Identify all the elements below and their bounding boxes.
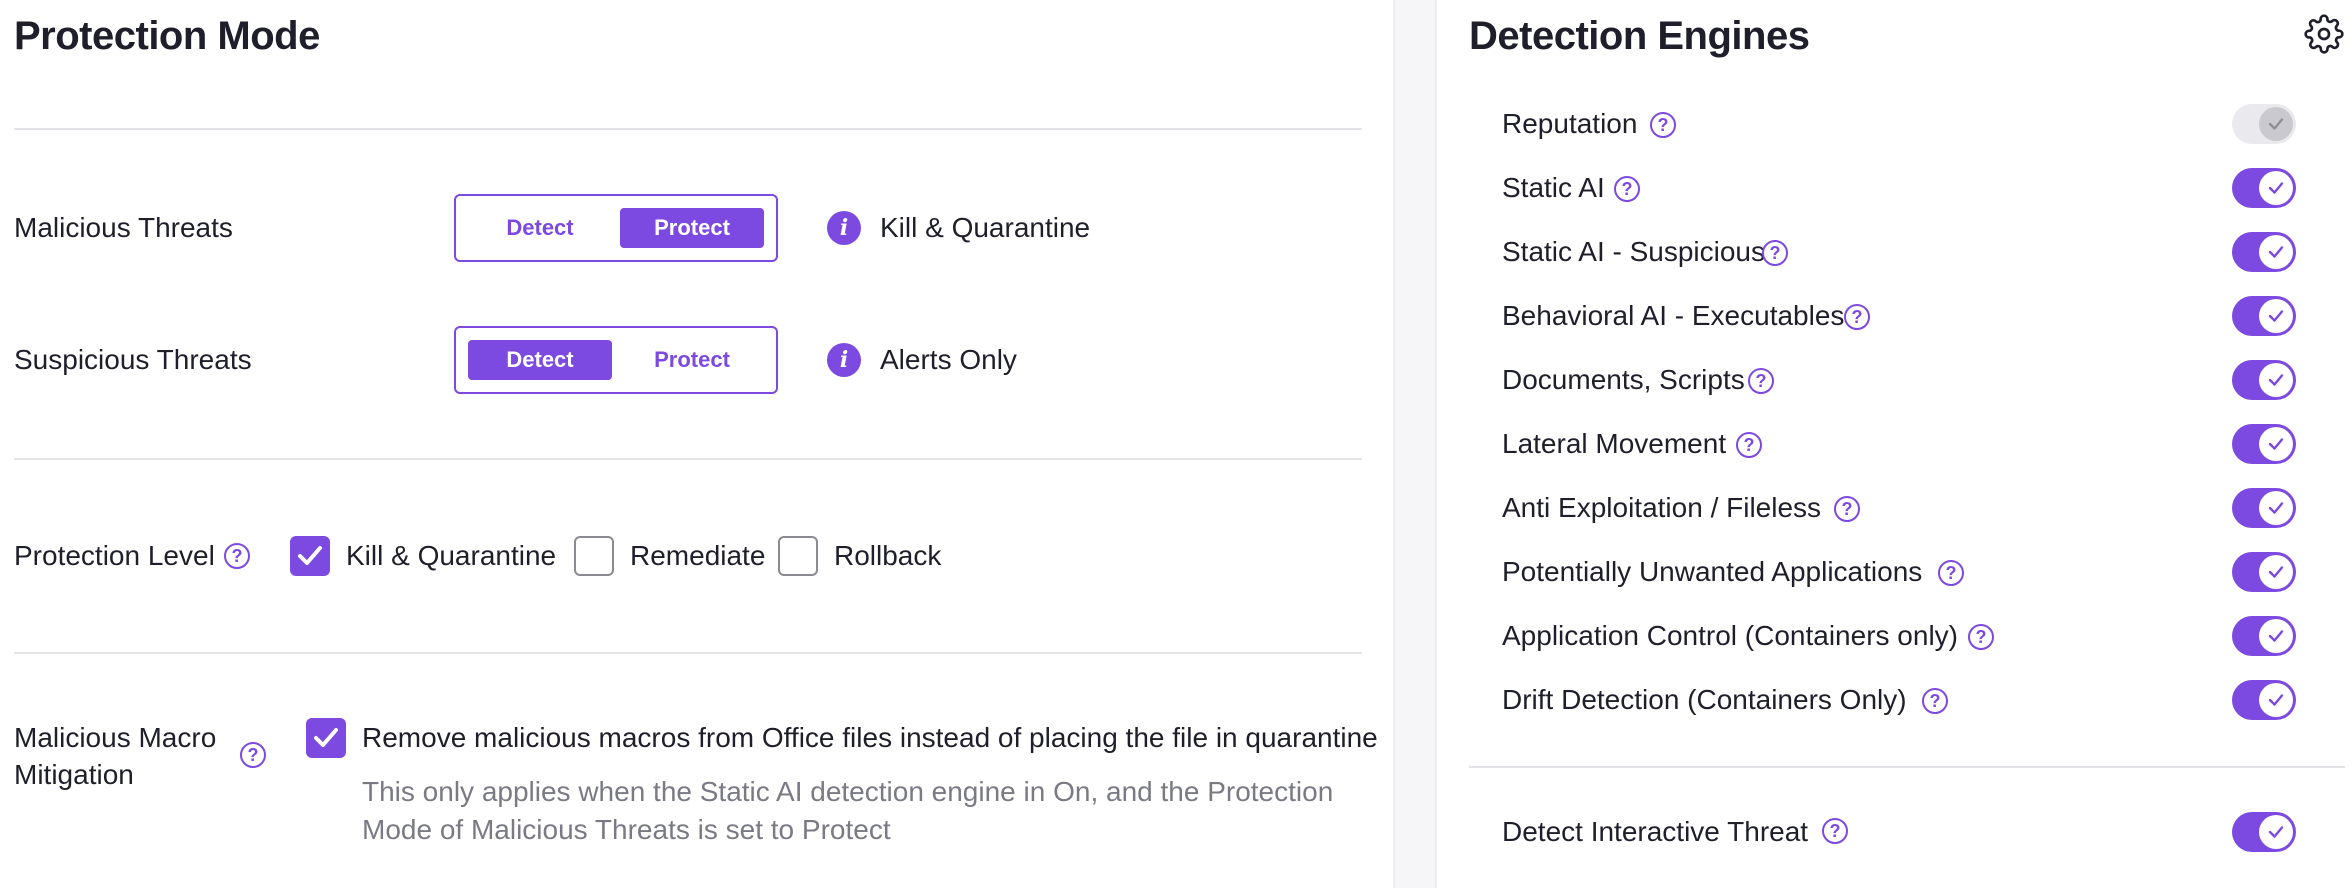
toggle-knob xyxy=(2259,171,2293,205)
toggle-knob xyxy=(2259,107,2293,141)
help-icon[interactable]: ? xyxy=(1762,240,1788,266)
help-icon[interactable]: ? xyxy=(1834,496,1860,522)
engine-toggle[interactable] xyxy=(2232,488,2296,528)
engine-label: Static AI - Suspicious xyxy=(1502,236,1766,267)
toggle-knob xyxy=(2259,299,2293,333)
engine-toggle[interactable] xyxy=(2232,104,2296,144)
divider xyxy=(1469,766,2345,768)
help-icon[interactable]: ? xyxy=(1844,304,1870,330)
protection-mode-title: Protection Mode xyxy=(14,14,320,58)
help-icon[interactable]: ? xyxy=(1736,432,1762,458)
suspicious-threats-label: Suspicious Threats xyxy=(14,344,252,375)
divider xyxy=(14,652,1362,654)
help-icon[interactable]: ? xyxy=(1968,624,1994,650)
malicious-threats-status: Kill & Quarantine xyxy=(880,212,1091,243)
engine-toggle[interactable] xyxy=(2232,680,2296,720)
engine-toggle[interactable] xyxy=(2232,616,2296,656)
macro-mitigation-label-line2: Mitigation xyxy=(14,759,134,790)
malicious-threats-mode-toggle: Detect Protect xyxy=(454,194,778,262)
remediate-checkbox[interactable] xyxy=(574,536,614,576)
toggle-knob xyxy=(2259,683,2293,717)
check-icon xyxy=(2268,502,2284,514)
interactive-threat-toggle[interactable] xyxy=(2232,812,2296,852)
toggle-knob xyxy=(2259,427,2293,461)
help-icon[interactable]: ? xyxy=(240,742,266,768)
info-icon: i xyxy=(827,211,861,245)
suspicious-protect-button[interactable]: Protect xyxy=(620,340,764,380)
help-icon[interactable]: ? xyxy=(224,543,250,569)
suspicious-threats-mode-toggle: Detect Protect xyxy=(454,326,778,394)
check-icon xyxy=(314,728,338,747)
help-icon[interactable]: ? xyxy=(1650,112,1676,138)
check-icon xyxy=(2268,630,2284,642)
panel-separator xyxy=(1393,0,1437,888)
engine-label: Reputation xyxy=(1502,108,1638,139)
engine-toggle[interactable] xyxy=(2232,232,2296,272)
macro-mitigation-label-line1: Malicious Macro xyxy=(14,722,217,753)
help-icon[interactable]: ? xyxy=(1748,368,1774,394)
check-icon xyxy=(298,546,322,565)
macro-mitigation-note-line2: Mode of Malicious Threats is set to Prot… xyxy=(362,814,891,845)
engine-label: Drift Detection (Containers Only) xyxy=(1502,684,1907,715)
check-icon xyxy=(2268,826,2284,838)
kill-quarantine-label: Kill & Quarantine xyxy=(346,540,557,571)
toggle-knob xyxy=(2259,491,2293,525)
engine-toggle[interactable] xyxy=(2232,552,2296,592)
rollback-checkbox[interactable] xyxy=(778,536,818,576)
check-icon xyxy=(2268,246,2284,258)
toggle-knob xyxy=(2259,235,2293,269)
engine-label: Potentially Unwanted Applications xyxy=(1502,556,1923,587)
check-icon xyxy=(2268,118,2284,130)
help-icon[interactable]: ? xyxy=(1938,560,1964,586)
engine-label: Application Control (Containers only) xyxy=(1502,620,1958,651)
interactive-threat-label: Detect Interactive Threat xyxy=(1502,816,1809,847)
help-icon[interactable]: ? xyxy=(1922,688,1948,714)
malicious-detect-button[interactable]: Detect xyxy=(468,208,612,248)
info-icon: i xyxy=(827,343,861,377)
engine-toggle[interactable] xyxy=(2232,296,2296,336)
engine-label: Lateral Movement xyxy=(1502,428,1727,459)
engine-label: Documents, Scripts xyxy=(1502,364,1745,395)
help-icon[interactable]: ? xyxy=(1822,818,1848,844)
check-icon xyxy=(2268,374,2284,386)
toggle-knob xyxy=(2259,363,2293,397)
engine-toggle[interactable] xyxy=(2232,360,2296,400)
check-icon xyxy=(2268,182,2284,194)
malicious-protect-button[interactable]: Protect xyxy=(620,208,764,248)
help-icon[interactable]: ? xyxy=(1614,176,1640,202)
check-icon xyxy=(2268,566,2284,578)
divider xyxy=(14,128,1362,130)
kill-quarantine-checkbox[interactable] xyxy=(290,536,330,576)
check-icon xyxy=(2268,310,2284,322)
macro-mitigation-note-line1: This only applies when the Static AI det… xyxy=(362,776,1334,807)
macro-mitigation-checkbox[interactable] xyxy=(306,718,346,758)
suspicious-detect-button[interactable]: Detect xyxy=(468,340,612,380)
malicious-threats-label: Malicious Threats xyxy=(14,212,233,243)
toggle-knob xyxy=(2259,555,2293,589)
rollback-label: Rollback xyxy=(834,540,942,571)
toggle-knob xyxy=(2259,619,2293,653)
macro-mitigation-checkbox-label: Remove malicious macros from Office file… xyxy=(362,722,1378,753)
engine-label: Static AI xyxy=(1502,172,1605,203)
remediate-label: Remediate xyxy=(630,540,766,571)
engine-label: Anti Exploitation / Fileless xyxy=(1502,492,1822,523)
detection-engines-title: Detection Engines xyxy=(1469,14,1810,58)
gear-icon[interactable] xyxy=(2304,14,2344,54)
engine-toggle[interactable] xyxy=(2232,424,2296,464)
check-icon xyxy=(2268,694,2284,706)
toggle-knob xyxy=(2259,815,2293,849)
engine-toggle[interactable] xyxy=(2232,168,2296,208)
engine-label: Behavioral AI - Executables xyxy=(1502,300,1845,331)
divider xyxy=(14,458,1362,460)
check-icon xyxy=(2268,438,2284,450)
protection-level-label: Protection Level xyxy=(14,540,215,571)
suspicious-threats-status: Alerts Only xyxy=(880,344,1017,375)
